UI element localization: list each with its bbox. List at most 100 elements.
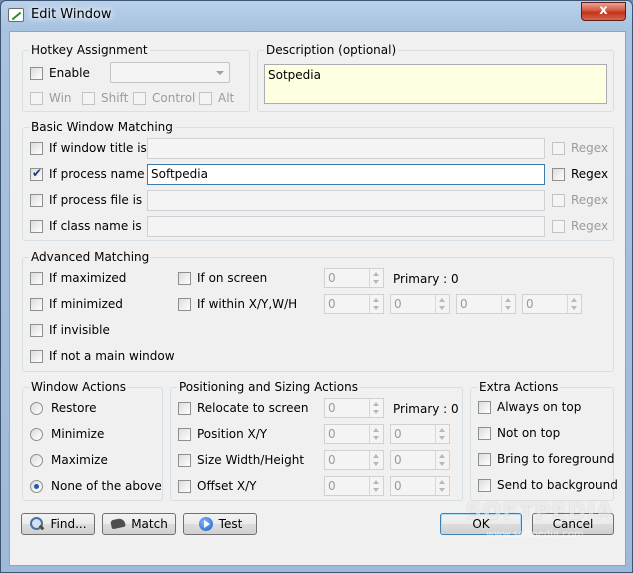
hotkey-combo[interactable] — [110, 62, 230, 83]
process-file-regex-checkbox[interactable]: Regex — [552, 193, 608, 207]
checkbox-box[interactable] — [478, 400, 491, 414]
offset-xy-checkbox[interactable]: Offset X/Y — [178, 479, 256, 493]
class-name-regex-checkbox[interactable]: Regex — [552, 219, 608, 233]
checkbox-box[interactable] — [552, 193, 565, 207]
checkbox-box[interactable] — [552, 219, 565, 233]
checkbox-box[interactable] — [178, 427, 191, 441]
radio-circle[interactable] — [30, 479, 43, 493]
within-w-spinner[interactable]: 0 — [456, 294, 516, 314]
offset-y-spinner[interactable]: 0 — [390, 476, 450, 496]
title-bar[interactable]: Edit Window x — [1, 1, 632, 29]
within-y-spinner[interactable]: 0 — [390, 294, 450, 314]
spinner-value: 0 — [526, 297, 534, 311]
spinner-arrows[interactable] — [369, 477, 383, 495]
none-of-the-above-radio[interactable]: None of the above — [30, 479, 162, 493]
send-to-background-checkbox[interactable]: Send to background — [478, 478, 618, 492]
checkbox-box[interactable] — [478, 426, 491, 440]
process-file-input[interactable] — [147, 190, 545, 211]
class-name-input[interactable] — [147, 216, 545, 237]
size-w-spinner[interactable]: 0 — [324, 450, 384, 470]
if-not-main-window-checkbox[interactable]: If not a main window — [30, 349, 175, 363]
spinner-arrows[interactable] — [369, 269, 383, 287]
spinner-arrows[interactable] — [501, 295, 515, 313]
hotkey-enable-checkbox[interactable]: Enable — [30, 66, 90, 80]
close-button[interactable]: x — [581, 2, 626, 21]
spinner-arrows[interactable] — [369, 451, 383, 469]
if-invisible-checkbox[interactable]: If invisible — [30, 323, 110, 337]
checkbox-box[interactable] — [133, 91, 146, 105]
if-maximized-checkbox[interactable]: If maximized — [30, 271, 126, 285]
size-wh-checkbox[interactable]: Size Width/Height — [178, 453, 304, 467]
minimize-radio[interactable]: Minimize — [30, 427, 104, 441]
checkbox-box[interactable] — [199, 91, 212, 105]
offset-x-spinner[interactable]: 0 — [324, 476, 384, 496]
window-title-regex-checkbox[interactable]: Regex — [552, 141, 608, 155]
test-button[interactable]: Test — [183, 513, 257, 535]
checkbox-box[interactable] — [478, 452, 491, 466]
checkbox-box[interactable] — [178, 479, 191, 493]
process-name-checkbox[interactable]: If process name is — [30, 166, 158, 181]
position-xy-checkbox[interactable]: Position X/Y — [178, 427, 267, 441]
description-field[interactable]: Sotpedia — [264, 64, 607, 104]
process-name-regex-checkbox[interactable]: Regex — [552, 167, 608, 181]
position-y-spinner[interactable]: 0 — [390, 424, 450, 444]
modifier-win-checkbox[interactable]: Win — [30, 91, 72, 105]
checkbox-box[interactable] — [178, 401, 191, 415]
spinner-arrows[interactable] — [369, 295, 383, 313]
spinner-arrows[interactable] — [435, 295, 449, 313]
window-title-label: If window title is — [49, 141, 147, 155]
position-x-spinner[interactable]: 0 — [324, 424, 384, 444]
radio-circle[interactable] — [30, 427, 43, 441]
match-button[interactable]: Match — [102, 513, 176, 535]
checkbox-box[interactable] — [30, 219, 43, 233]
checkbox-box[interactable] — [30, 349, 43, 363]
checkbox-box[interactable] — [478, 478, 491, 492]
checkbox-box[interactable] — [30, 66, 43, 80]
checkbox-box[interactable] — [30, 193, 43, 207]
spinner-arrows[interactable] — [435, 451, 449, 469]
radio-circle[interactable] — [30, 453, 43, 467]
radio-circle[interactable] — [30, 401, 43, 415]
spinner-arrows[interactable] — [435, 425, 449, 443]
hotkey-group-title: Hotkey Assignment — [29, 43, 150, 57]
if-minimized-checkbox[interactable]: If minimized — [30, 297, 123, 311]
checkbox-box[interactable] — [30, 91, 43, 105]
if-on-screen-checkbox[interactable]: If on screen — [178, 271, 267, 285]
maximize-radio[interactable]: Maximize — [30, 453, 108, 467]
checkbox-box[interactable] — [552, 141, 565, 155]
bring-to-foreground-checkbox[interactable]: Bring to foreground — [478, 452, 614, 466]
checkbox-box[interactable] — [30, 166, 43, 181]
class-name-checkbox[interactable]: If class name is — [30, 219, 142, 233]
within-x-spinner[interactable]: 0 — [324, 294, 384, 314]
spinner-arrows[interactable] — [369, 425, 383, 443]
checkbox-box[interactable] — [30, 297, 43, 311]
window-title-input[interactable] — [147, 138, 545, 159]
size-h-spinner[interactable]: 0 — [390, 450, 450, 470]
spinner-arrows[interactable] — [369, 399, 383, 417]
relocate-spinner[interactable]: 0 — [324, 398, 384, 418]
if-within-xywh-checkbox[interactable]: If within X/Y,W/H — [178, 297, 297, 311]
window-title-checkbox[interactable]: If window title is — [30, 141, 147, 155]
checkbox-box[interactable] — [552, 167, 565, 181]
find-button[interactable]: Find... — [21, 513, 95, 535]
checkbox-box[interactable] — [30, 141, 43, 155]
checkbox-box[interactable] — [30, 323, 43, 337]
checkbox-box[interactable] — [30, 271, 43, 285]
on-screen-spinner[interactable]: 0 — [324, 268, 384, 288]
checkbox-box[interactable] — [178, 453, 191, 467]
restore-radio[interactable]: Restore — [30, 401, 97, 415]
relocate-checkbox[interactable]: Relocate to screen — [178, 401, 308, 415]
spinner-arrows[interactable] — [567, 295, 581, 313]
within-h-spinner[interactable]: 0 — [522, 294, 582, 314]
modifier-alt-checkbox[interactable]: Alt — [199, 91, 234, 105]
spinner-arrows[interactable] — [435, 477, 449, 495]
not-on-top-checkbox[interactable]: Not on top — [478, 426, 560, 440]
modifier-shift-checkbox[interactable]: Shift — [82, 91, 128, 105]
always-on-top-checkbox[interactable]: Always on top — [478, 400, 581, 414]
checkbox-box[interactable] — [178, 271, 191, 285]
checkbox-box[interactable] — [178, 297, 191, 311]
checkbox-box[interactable] — [82, 91, 95, 105]
process-file-checkbox[interactable]: If process file is — [30, 193, 142, 207]
process-name-input[interactable]: Softpedia — [147, 164, 545, 185]
modifier-control-checkbox[interactable]: Control — [133, 91, 195, 105]
